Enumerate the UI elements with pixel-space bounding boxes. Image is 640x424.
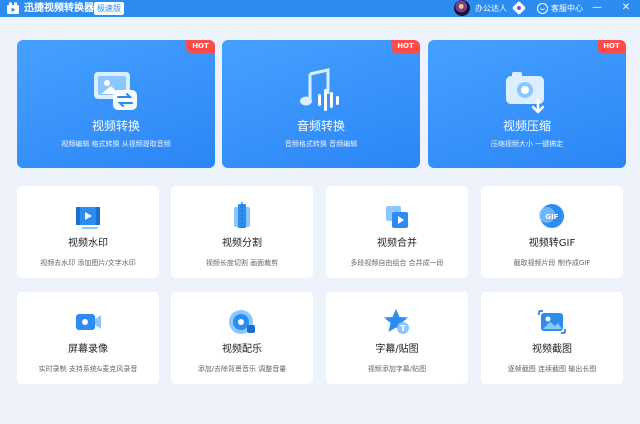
- svg-text:T: T: [400, 324, 406, 333]
- vip-icon[interactable]: [511, 0, 527, 16]
- card-desc: 视频添加字幕/贴图: [367, 365, 427, 373]
- card-desc: 截取视频片段 制作成GIF: [513, 259, 591, 267]
- customer-service-icon[interactable]: [537, 3, 548, 14]
- music-icon: [229, 310, 255, 334]
- card-desc: 添加/去除背景音乐 调整音量: [197, 365, 287, 373]
- hero-desc: 视频编辑 格式转换 从视频提取音频: [61, 140, 171, 148]
- card-title: 屏幕录像: [68, 344, 108, 355]
- tool-card-music[interactable]: 视频配乐 添加/去除背景音乐 调整音量: [171, 292, 313, 384]
- card-title: 视频截图: [532, 344, 572, 355]
- hero-card-video-convert[interactable]: HOT 视频转换 视频编辑 格式转换 从视频提取音频: [17, 40, 215, 168]
- gif-icon: GIF: [539, 204, 564, 228]
- tool-card-screen-record[interactable]: 屏幕录像 实时录制 支持系统&麦克风录音: [17, 292, 159, 384]
- tool-card-subtitle[interactable]: T 字幕/贴图 视频添加字幕/贴图: [326, 292, 468, 384]
- help-center-link[interactable]: 客服中心: [551, 2, 583, 15]
- card-title: 视频分割: [222, 238, 262, 249]
- close-button[interactable]: ✕: [619, 1, 633, 15]
- app-logo-icon: [7, 2, 19, 14]
- svg-text:GIF: GIF: [545, 213, 558, 221]
- hot-badge: HOT: [186, 40, 215, 53]
- tool-card-gif[interactable]: GIF 视频转GIF 截取视频片段 制作成GIF: [481, 186, 623, 278]
- tool-card-merge[interactable]: 视频合并 多段视频自由组合 合并成一段: [326, 186, 468, 278]
- card-title: 视频配乐: [222, 344, 262, 355]
- subtitle-sticker-icon: T: [384, 309, 409, 334]
- card-title: 字幕/贴图: [375, 344, 419, 355]
- card-desc: 实时录制 支持系统&麦克风录音: [38, 365, 138, 373]
- card-title: 视频合并: [377, 238, 417, 249]
- hero-title: 视频压缩: [502, 119, 551, 133]
- card-title: 视频转GIF: [528, 238, 576, 249]
- hero-card-audio-convert[interactable]: HOT 音频转换 音频格式转换 音频编辑: [222, 40, 420, 168]
- minimize-button[interactable]: —: [590, 1, 604, 15]
- card-title: 视频水印: [68, 238, 108, 249]
- screenshot-icon: [538, 310, 566, 334]
- video-compress-icon: [506, 72, 545, 114]
- hero-desc: 压缩视频大小 一键搞定: [490, 140, 564, 148]
- edition-badge: 极速版: [94, 2, 124, 15]
- hot-badge: HOT: [391, 40, 420, 53]
- card-desc: 视频去水印 添加图片/文字水印: [40, 259, 136, 267]
- app-title: 迅捷视频转换器: [24, 3, 94, 14]
- card-desc: 逐帧截图 连续截图 输出长图: [507, 365, 597, 373]
- merge-icon: [386, 206, 408, 228]
- tool-card-split[interactable]: 视频分割 视频长度切割 画面裁剪: [171, 186, 313, 278]
- hero-desc: 音频格式转换 音频编辑: [284, 140, 358, 148]
- card-desc: 视频长度切割 画面裁剪: [205, 259, 279, 267]
- hero-title: 视频转换: [91, 119, 140, 133]
- hot-badge: HOT: [597, 40, 626, 53]
- screen-record-icon: [76, 314, 101, 330]
- video-convert-icon: [94, 72, 137, 110]
- card-desc: 多段视频自由组合 合并成一段: [350, 259, 444, 267]
- user-name[interactable]: 办公达人: [475, 2, 507, 15]
- hero-title: 音频转换: [296, 119, 345, 133]
- tool-card-watermark[interactable]: 视频水印 视频去水印 添加图片/文字水印: [17, 186, 159, 278]
- avatar[interactable]: [454, 0, 470, 16]
- title-bar: 迅捷视频转换器 极速版 办公达人 客服中心 — ✕: [0, 0, 640, 17]
- tool-card-screenshot[interactable]: 视频截图 逐帧截图 连续截图 输出长图: [481, 292, 623, 384]
- hero-card-video-compress[interactable]: HOT 视频压缩 压缩视频大小 一键搞定: [428, 40, 626, 168]
- watermark-icon: [76, 207, 100, 229]
- split-icon: [234, 202, 250, 230]
- audio-convert-icon: [300, 68, 339, 111]
